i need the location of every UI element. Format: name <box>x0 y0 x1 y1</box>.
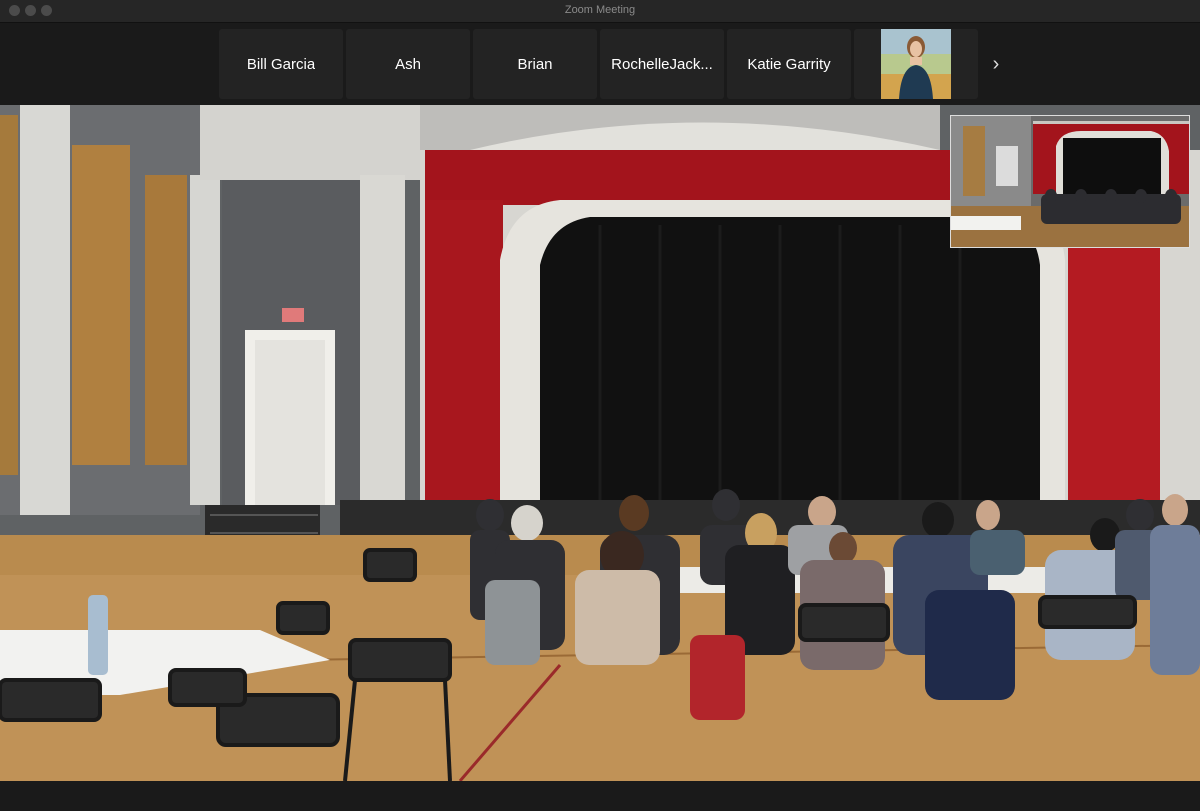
participant-name: Ash <box>395 55 421 73</box>
participant-tile-video[interactable] <box>854 29 978 99</box>
participant-strip: Bill Garcia Ash Brian RochelleJack... Ka… <box>0 23 1200 105</box>
bottom-bar <box>0 781 1200 811</box>
self-view-scene <box>951 116 1189 247</box>
participant-name: Bill Garcia <box>246 55 316 73</box>
participant-tile[interactable]: Bill Garcia <box>219 29 343 99</box>
next-page-button[interactable]: › <box>984 53 1008 77</box>
participant-tile[interactable]: Ash <box>346 29 470 99</box>
participant-tile[interactable]: RochelleJack... <box>600 29 724 99</box>
participant-video-thumbnail <box>881 29 951 99</box>
participant-tile[interactable]: Brian <box>473 29 597 99</box>
window-titlebar: Zoom Meeting <box>0 0 1200 23</box>
participant-name: RochelleJack... <box>611 55 713 73</box>
participant-tile[interactable]: Katie Garrity <box>727 29 851 99</box>
window-title: Zoom Meeting <box>564 4 636 16</box>
participant-name: Brian <box>517 55 553 73</box>
chevron-right-icon: › <box>992 53 1000 75</box>
self-view-video[interactable] <box>950 115 1190 248</box>
participant-name: Katie Garrity <box>747 55 831 73</box>
